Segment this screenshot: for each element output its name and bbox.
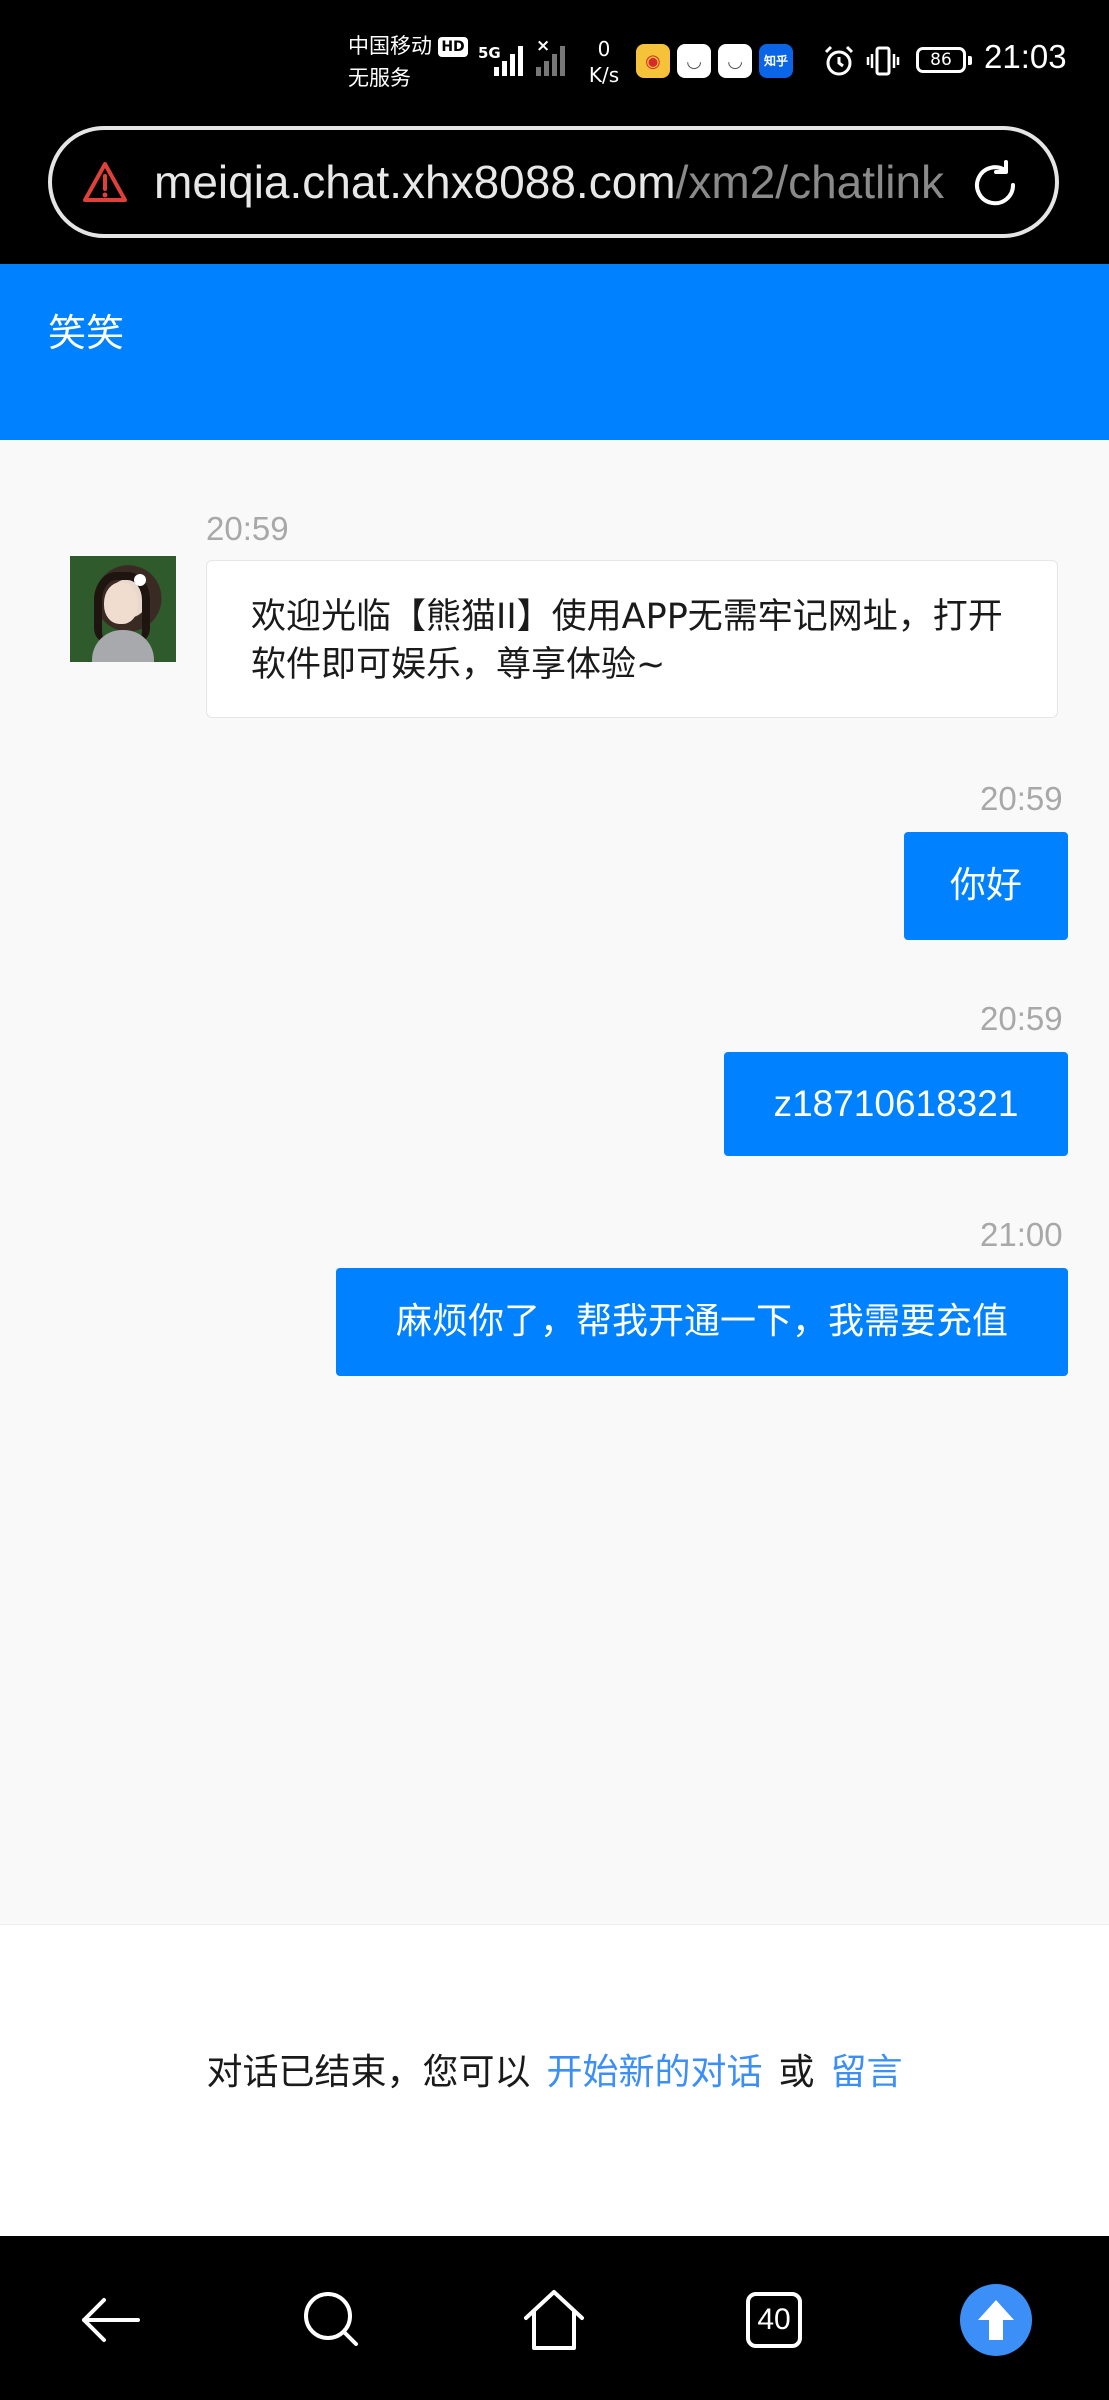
url-path: /xm2/chatlink [675, 156, 945, 208]
back-icon[interactable] [70, 2280, 150, 2360]
tab-count: 40 [746, 2292, 802, 2348]
signal-sim2-icon [536, 44, 565, 76]
scroll-up-icon[interactable] [956, 2280, 1036, 2360]
message-time: 20:59 [980, 1000, 1063, 1037]
shopping-bag-icon: ◡ [677, 44, 711, 78]
net-speed: 0 K/s [582, 36, 626, 88]
message-time: 20:59 [206, 510, 289, 547]
chat-ended-line: 对话已结束，您可以 开始新的对话或留言 [0, 2043, 1109, 2095]
net-speed-unit: K/s [588, 63, 620, 87]
carrier-service: 无服务 [348, 66, 411, 90]
user-message-bubble: 麻烦你了，帮我开通一下，我需要充值 [336, 1268, 1068, 1376]
chat-ended-footer: 对话已结束，您可以 开始新的对话或留言 [0, 1924, 1109, 2236]
status-time: 21:03 [984, 38, 1067, 75]
battery-indicator: 86 [916, 47, 972, 73]
reload-icon[interactable] [966, 156, 1024, 214]
leave-message-link[interactable]: 留言 [831, 2052, 903, 2093]
agent-message-text: 欢迎光临【熊猫II】使用APP无需牢记网址，打开软件即可娱乐，尊享体验~ [251, 597, 1003, 685]
status-bar: 中国移动 无服务 HD 5G × 0 K/s ◉ ◡ ◡ 知乎 86 21:03 [0, 0, 1109, 125]
carrier-name: 中国移动 [348, 34, 432, 58]
url-host: meiqia.chat.xhx8088.com [154, 156, 676, 208]
user-message-bubble: 你好 [904, 832, 1068, 940]
tabs-icon[interactable]: 40 [734, 2280, 814, 2360]
or-text: 或 [778, 2052, 815, 2093]
chat-ended-text: 对话已结束，您可以 [206, 2052, 531, 2093]
url-text[interactable]: meiqia.chat.xhx8088.com/xm2/chatlink [154, 154, 974, 210]
carrier-info: 中国移动 无服务 [348, 30, 436, 94]
zhihu-icon: 知乎 [759, 44, 793, 78]
alarm-icon [824, 45, 854, 76]
chat-header: 笑笑 [0, 264, 1109, 440]
message-time: 21:00 [980, 1216, 1063, 1253]
address-bar[interactable]: meiqia.chat.xhx8088.com/xm2/chatlink [48, 126, 1059, 238]
agent-message-bubble: 欢迎光临【熊猫II】使用APP无需牢记网址，打开软件即可娱乐，尊享体验~ [206, 560, 1058, 718]
message-time: 20:59 [980, 780, 1063, 817]
vibrate-icon [866, 46, 900, 76]
start-new-chat-link[interactable]: 开始新的对话 [546, 2052, 762, 2093]
hd-badge: HD [438, 37, 468, 57]
signal-icon [494, 44, 523, 76]
shopping-bag-icon: ◡ [718, 44, 752, 78]
search-icon[interactable] [292, 2280, 372, 2360]
chat-messages[interactable]: 20:59 欢迎光临【熊猫II】使用APP无需牢记网址，打开软件即可娱乐，尊享体… [0, 440, 1109, 1924]
user-message-bubble: z18710618321 [724, 1052, 1068, 1156]
weibo-icon: ◉ [636, 44, 670, 78]
agent-name: 笑笑 [48, 311, 125, 355]
home-icon[interactable] [514, 2280, 594, 2360]
warning-icon[interactable] [82, 160, 128, 204]
browser-nav-bar: 40 [0, 2236, 1109, 2400]
net-speed-value: 0 [597, 37, 611, 61]
agent-avatar [70, 556, 176, 662]
